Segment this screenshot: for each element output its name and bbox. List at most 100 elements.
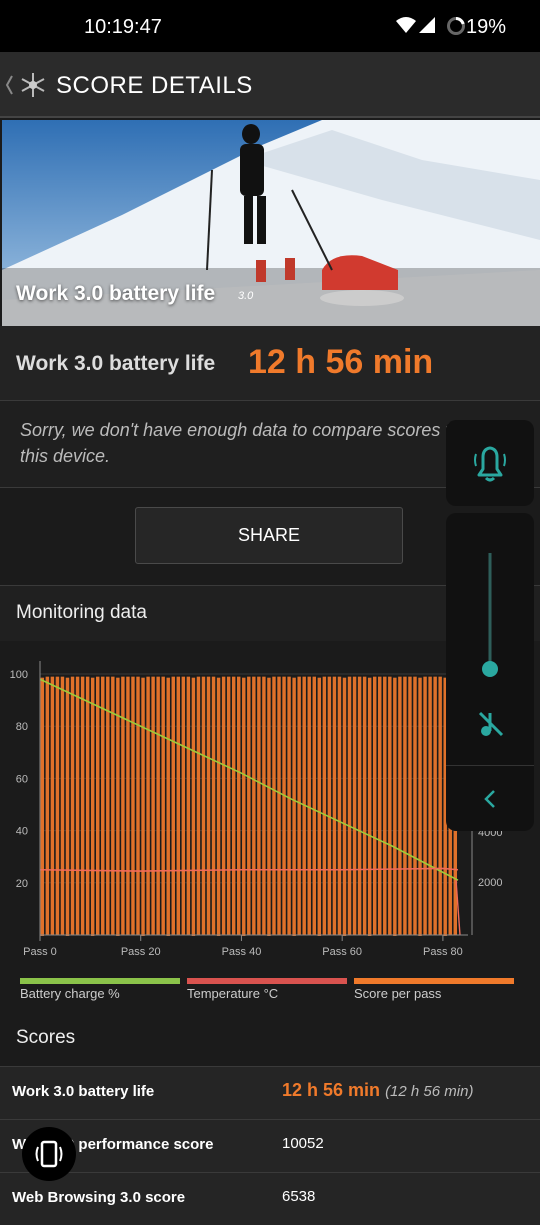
- monitoring-title: Monitoring data: [16, 602, 147, 623]
- status-time: 10:19:47: [84, 16, 162, 38]
- score-bar: [90, 677, 95, 936]
- score-bar: [272, 676, 276, 935]
- volume-slider[interactable]: [446, 513, 534, 763]
- score-bar: [287, 676, 291, 935]
- score-bar: [206, 676, 211, 935]
- score-bar: [111, 676, 115, 935]
- status-bar: 10:19:47 19%: [0, 0, 540, 52]
- score-row-value: 6538: [282, 1188, 316, 1205]
- score-bar: [161, 676, 165, 935]
- score-bar: [45, 676, 50, 935]
- score-bar: [55, 676, 60, 935]
- legend-label: Temperature °C: [187, 986, 279, 1001]
- result-value: 12 h 56 min: [248, 343, 434, 381]
- score-bar: [216, 677, 221, 936]
- score-bar: [166, 677, 170, 936]
- score-bar: [347, 676, 352, 935]
- score-row-label: Work 3.0 battery life: [12, 1083, 155, 1100]
- score-bar: [327, 676, 332, 935]
- volume-divider: [446, 765, 534, 766]
- score-bar: [388, 676, 392, 935]
- bell-icon: [474, 446, 506, 482]
- legend-swatch: [187, 978, 347, 984]
- score-bar: [403, 676, 407, 935]
- legend-swatch: [20, 978, 180, 984]
- hero-banner: Work 3.0 battery life 3.0: [2, 120, 540, 326]
- app-bar: SCORE DETAILS: [0, 52, 540, 118]
- y-tick-label: 20: [16, 878, 28, 890]
- score-bar: [372, 676, 377, 935]
- score-bar: [337, 676, 342, 935]
- score-bar: [171, 676, 175, 935]
- x-tick-label: Pass 0: [23, 946, 57, 958]
- score-bar: [438, 676, 442, 935]
- score-bar: [262, 676, 266, 935]
- score-bar: [176, 676, 181, 935]
- legend-label: Battery charge %: [20, 986, 120, 1001]
- compare-notice-text: Sorry, we don't have enough data to comp…: [20, 420, 467, 466]
- score-bar: [357, 676, 362, 935]
- score-bar: [378, 676, 382, 935]
- music-muted-icon: [478, 711, 504, 737]
- score-bar: [231, 676, 236, 935]
- ringer-mode-button[interactable]: [446, 420, 534, 506]
- score-bar: [60, 676, 65, 935]
- page-title: SCORE DETAILS: [56, 72, 253, 99]
- score-bar: [131, 676, 135, 935]
- score-bar: [352, 676, 357, 935]
- score-bar: [141, 677, 145, 936]
- result-label: Work 3.0 battery life: [16, 352, 216, 375]
- wifi-icon: [396, 17, 416, 33]
- score-bar: [75, 676, 80, 935]
- y-tick-label: 40: [16, 826, 28, 838]
- score-bar: [423, 676, 427, 935]
- score-bar: [252, 676, 256, 935]
- score-bar: [428, 676, 432, 935]
- score-row: Web Browsing 3.0 score 6538: [0, 1172, 540, 1225]
- x-tick-label: Pass 40: [222, 946, 262, 958]
- x-tick-label: Pass 20: [121, 946, 161, 958]
- score-bar: [317, 677, 322, 936]
- score-bar: [312, 676, 316, 935]
- score-bar: [70, 676, 75, 935]
- score-bar: [408, 676, 412, 935]
- share-button[interactable]: SHARE: [135, 507, 403, 564]
- score-bar: [267, 677, 271, 936]
- score-bar: [201, 676, 206, 935]
- rotate-screen-button[interactable]: [22, 1127, 76, 1181]
- score-bar: [65, 677, 70, 936]
- score-bar: [297, 676, 301, 935]
- score-bar: [221, 676, 226, 935]
- score-bar: [398, 676, 402, 935]
- score-row: Work 3.0 performance score 10052: [0, 1119, 540, 1172]
- score-bar: [126, 676, 130, 935]
- score-bar: [211, 676, 216, 935]
- score-bar: [156, 676, 160, 935]
- y-right-tick-label: 2000: [478, 877, 502, 889]
- score-bar: [95, 676, 100, 935]
- score-bar: [226, 676, 231, 935]
- signal-icon: [419, 17, 435, 33]
- score-bar: [85, 676, 90, 935]
- score-bar: [50, 676, 55, 935]
- score-bar: [282, 676, 286, 935]
- x-tick-label: Pass 60: [322, 946, 362, 958]
- battery-percent: 19%: [465, 16, 506, 38]
- battery-ring-icon: [447, 17, 465, 35]
- hero-title: Work 3.0 battery life: [16, 282, 216, 305]
- score-bar: [383, 676, 387, 935]
- collapse-volume-button[interactable]: [446, 769, 534, 829]
- legend-label: Score per pass: [354, 986, 442, 1001]
- score-bar: [191, 677, 196, 936]
- score-bar: [277, 676, 281, 935]
- score-bar: [136, 676, 140, 935]
- score-bar: [413, 676, 417, 935]
- score-bar: [322, 676, 327, 935]
- scores-title: Scores: [16, 1027, 76, 1048]
- score-bar: [332, 676, 337, 935]
- back-button[interactable]: [4, 70, 50, 100]
- score-bar: [307, 676, 311, 935]
- score-bar: [242, 677, 246, 936]
- hero-version: 3.0: [238, 290, 254, 302]
- x-tick-label: Pass 80: [423, 946, 463, 958]
